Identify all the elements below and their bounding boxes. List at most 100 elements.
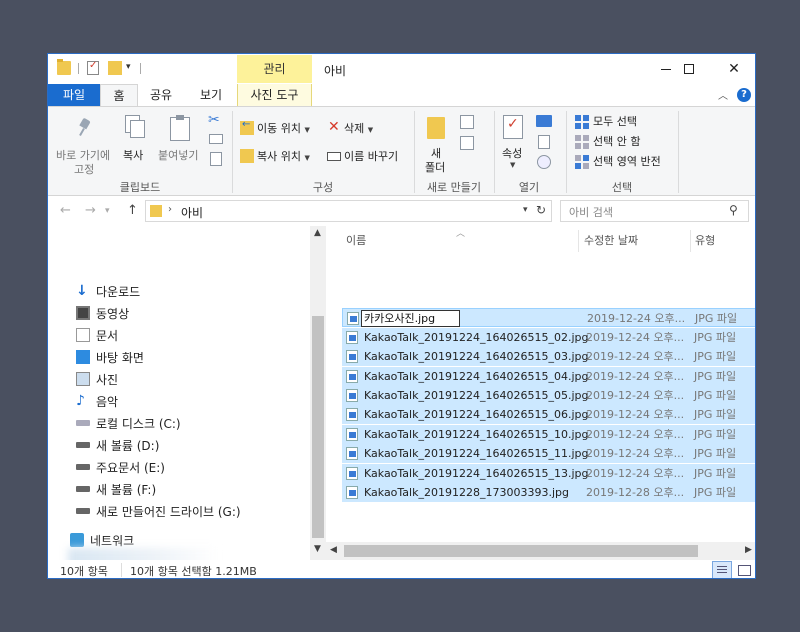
file-date: 2019-12-24 오후... (586, 370, 685, 383)
tab-file[interactable]: 파일 (48, 84, 100, 106)
search-input[interactable]: 아비 검색 ⚲ (560, 200, 749, 222)
new-item-icon[interactable] (460, 115, 474, 129)
customize-quick-access-icon[interactable]: ▾ (126, 62, 131, 72)
paste-shortcut-icon[interactable] (210, 152, 222, 166)
delete-button[interactable]: 삭제 ▼ (344, 120, 373, 136)
table-row[interactable]: KakaoTalk_20191224_164026515_06.jpg 2019… (342, 405, 755, 424)
select-all-button[interactable]: 모두 선택 (593, 113, 637, 129)
file-date: 2019-12-24 오후... (586, 428, 685, 441)
file-date: 2019-12-24 오후... (586, 389, 685, 402)
properties-icon (503, 115, 523, 139)
document-icon (76, 328, 90, 342)
file-name: KakaoTalk_20191224_164026515_04.jpg (364, 370, 589, 383)
folder-icon[interactable] (57, 59, 71, 75)
maximize-button[interactable] (666, 54, 712, 84)
table-row[interactable]: KakaoTalk_20191224_164026515_10.jpg 2019… (342, 425, 755, 444)
history-icon[interactable] (537, 155, 551, 169)
paste-button[interactable]: 붙여넣기 (158, 147, 198, 163)
search-icon[interactable]: ⚲ (729, 203, 738, 217)
title-bar: ▾ 관리 아비 ✕ (48, 54, 755, 84)
paste-icon (170, 115, 190, 141)
tab-share[interactable]: 공유 (142, 84, 180, 106)
up-icon[interactable]: ↑ (127, 203, 138, 218)
edit-icon[interactable] (538, 135, 550, 149)
chevron-down-icon[interactable]: ▾ (523, 205, 528, 215)
invert-selection-button[interactable]: 선택 영역 반전 (593, 153, 661, 169)
details-view-icon[interactable] (712, 561, 732, 578)
cut-icon[interactable]: ✂ (208, 113, 220, 127)
help-icon[interactable]: ? (737, 88, 751, 102)
large-icons-view-icon[interactable] (734, 561, 754, 578)
address-input[interactable]: › 아비 ▾ ↻ (145, 200, 552, 222)
column-header-type[interactable]: 유형 (695, 230, 715, 252)
file-name: KakaoTalk_20191224_164026515_13.jpg (364, 467, 589, 480)
rename-button[interactable]: 이름 바꾸기 (344, 148, 398, 164)
copy-button[interactable]: 복사 (123, 147, 143, 163)
file-date: 2019-12-28 오후... (586, 486, 685, 499)
properties-button[interactable]: 속성 (502, 145, 522, 161)
file-type: JPG 파일 (694, 486, 737, 499)
tab-home[interactable]: 홈 (100, 84, 138, 106)
refresh-icon[interactable]: ↻ (536, 203, 546, 217)
image-file-icon (346, 428, 358, 441)
rename-input[interactable]: 카카오사진.jpg (361, 310, 460, 327)
file-name: KakaoTalk_20191224_164026515_02.jpg (364, 331, 589, 344)
scroll-up-icon[interactable]: ▲ (314, 228, 321, 238)
forward-icon[interactable]: → (85, 203, 96, 218)
open-icon[interactable] (536, 115, 552, 127)
file-explorer-window: ▾ 관리 아비 ✕ 파일 홈 공유 보기 사진 도구 ︿ ? 바로 가기에 고정… (47, 53, 756, 579)
tab-picture-tools[interactable]: 사진 도구 (237, 84, 312, 106)
move-to-button[interactable]: 이동 위치 ▼ (257, 120, 310, 136)
copy-to-button[interactable]: 복사 위치 ▼ (257, 148, 310, 164)
table-row[interactable]: KakaoTalk_20191228_173003393.jpg 2019-12… (342, 483, 755, 502)
divider (78, 63, 79, 74)
file-type: JPG 파일 (694, 370, 737, 383)
column-divider[interactable] (690, 230, 691, 252)
table-row[interactable]: KakaoTalk_20191224_164026515_02.jpg 2019… (342, 328, 755, 347)
horizontal-scrollbar[interactable]: ◀ ▶ (326, 542, 755, 560)
scroll-left-icon[interactable]: ◀ (330, 545, 337, 555)
table-row[interactable]: KakaoTalk_20191224_164026515_03.jpg 2019… (342, 347, 755, 366)
dropdown-icon[interactable]: ▼ (510, 161, 515, 169)
pin-label-line2: 고정 (74, 163, 95, 176)
scroll-right-icon[interactable]: ▶ (745, 545, 752, 555)
easy-access-icon[interactable] (460, 136, 474, 150)
recent-locations-icon[interactable]: ▾ (105, 206, 110, 216)
table-row[interactable]: KakaoTalk_20191224_164026515_13.jpg 2019… (342, 464, 755, 483)
properties-icon[interactable] (87, 60, 99, 75)
image-file-icon (346, 389, 358, 402)
copy-path-icon[interactable] (209, 134, 223, 144)
column-header-name[interactable]: 이름 (346, 230, 366, 252)
chevron-right-icon[interactable]: › (168, 204, 172, 215)
navigation-scrollbar[interactable]: ▲ ▼ (310, 226, 326, 560)
select-none-button[interactable]: 선택 안 함 (593, 133, 640, 149)
tab-manage[interactable]: 관리 (237, 55, 312, 83)
network-icon (70, 533, 84, 547)
table-row[interactable]: 카카오사진.jpg 2019-12-24 오후... JPG 파일 (342, 308, 755, 327)
new-folder-icon (427, 117, 445, 139)
file-name: KakaoTalk_20191224_164026515_10.jpg (364, 428, 589, 441)
drive-icon (76, 508, 90, 514)
breadcrumb[interactable]: 아비 (181, 204, 203, 221)
tab-view[interactable]: 보기 (191, 84, 231, 106)
sidebar-item-label: 음악 (96, 395, 119, 409)
new-folder-icon[interactable] (108, 61, 122, 75)
scroll-thumb[interactable] (312, 316, 324, 538)
delete-icon: ✕ (328, 119, 340, 135)
copy-icon (125, 115, 145, 138)
column-divider[interactable] (578, 230, 579, 252)
column-header-date[interactable]: 수정한 날짜 (584, 230, 638, 252)
file-date: 2019-12-24 오후... (586, 408, 685, 421)
sidebar-item-label: 네트워크 (90, 534, 135, 548)
scroll-down-icon[interactable]: ▼ (314, 544, 321, 554)
scroll-thumb[interactable] (344, 545, 698, 557)
close-button[interactable]: ✕ (711, 54, 755, 84)
group-clipboard: 클립보드 (119, 181, 161, 194)
table-row[interactable]: KakaoTalk_20191224_164026515_04.jpg 2019… (342, 367, 755, 386)
drive-icon (76, 486, 90, 492)
search-placeholder: 아비 검색 (569, 206, 613, 219)
back-icon[interactable]: ← (60, 203, 71, 218)
table-row[interactable]: KakaoTalk_20191224_164026515_11.jpg 2019… (342, 444, 755, 463)
collapse-ribbon-icon[interactable]: ︿ (718, 87, 728, 102)
table-row[interactable]: KakaoTalk_20191224_164026515_05.jpg 2019… (342, 386, 755, 405)
